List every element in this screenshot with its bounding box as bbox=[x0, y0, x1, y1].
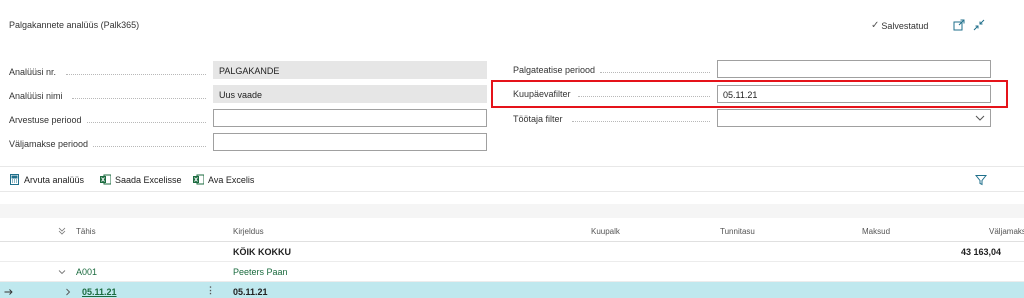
calculator-icon bbox=[10, 174, 19, 185]
filter-icon[interactable] bbox=[975, 174, 987, 186]
row-actions-icon[interactable]: ⋮ bbox=[206, 285, 215, 296]
table-row-total[interactable]: KÖIK KOKKU 43 163,04 bbox=[0, 242, 1024, 262]
arrow-right-icon bbox=[4, 289, 13, 295]
chevron-down-icon[interactable] bbox=[975, 113, 985, 123]
selected-description: 05.11.21 bbox=[233, 287, 268, 297]
leader-dots bbox=[72, 98, 206, 99]
table-row-group[interactable]: A001 Peeters Paan bbox=[0, 262, 1024, 282]
group-code[interactable]: A001 bbox=[76, 267, 97, 277]
highlight-box bbox=[491, 80, 1008, 108]
leader-dots bbox=[87, 122, 206, 123]
collapse-icon[interactable] bbox=[973, 19, 985, 31]
calc-period-input[interactable] bbox=[213, 109, 487, 127]
column-header-tunnitasu[interactable]: Tunnitasu bbox=[720, 227, 755, 236]
open-in-excel-button[interactable]: Ava Excelis bbox=[193, 174, 254, 185]
analysis-name-field: Uus vaade bbox=[213, 85, 487, 103]
column-header-tahis[interactable]: Tähis bbox=[76, 227, 96, 236]
leader-dots bbox=[93, 146, 206, 147]
leader-dots bbox=[600, 72, 710, 73]
divider bbox=[0, 166, 1024, 167]
payout-period-label: Väljamakse periood bbox=[9, 139, 89, 149]
excel-icon bbox=[100, 174, 111, 185]
send-to-excel-button[interactable]: Saada Excelisse bbox=[100, 174, 182, 185]
action-bar: Arvuta analüüs Saada Excelisse Ava Excel… bbox=[0, 170, 1024, 190]
leader-dots bbox=[572, 121, 710, 122]
column-header-maksud[interactable]: Maksud bbox=[862, 227, 890, 236]
saved-status-label: Salvestatud bbox=[881, 20, 929, 31]
excel-icon bbox=[193, 174, 204, 185]
leader-dots bbox=[66, 74, 206, 75]
saved-status: ✓ Salvestatud bbox=[871, 20, 928, 31]
total-description: KÖIK KOKKU bbox=[233, 247, 291, 257]
check-icon: ✓ bbox=[871, 20, 880, 31]
column-header-valjamaks[interactable]: Väljamaks bbox=[989, 227, 1024, 236]
payslip-period-label: Palgateatise periood bbox=[513, 65, 596, 75]
calculate-analysis-label: Arvuta analüüs bbox=[24, 174, 85, 185]
payslip-period-input[interactable] bbox=[717, 60, 991, 78]
calculate-analysis-button[interactable]: Arvuta analüüs bbox=[9, 174, 84, 185]
column-header-kirjeldus[interactable]: Kirjeldus bbox=[233, 227, 264, 236]
share-icon[interactable] bbox=[953, 19, 965, 31]
chevron-right-icon[interactable] bbox=[64, 288, 72, 296]
table-row-selected[interactable]: 05.11.21 ⋮ 05.11.21 bbox=[0, 282, 1024, 298]
employee-filter-select[interactable] bbox=[717, 109, 991, 127]
page-title: Palgakannete analüüs (Palk365) bbox=[9, 20, 140, 30]
analysis-name-label: Analüüsi nimi bbox=[9, 91, 63, 101]
selected-code[interactable]: 05.11.21 bbox=[82, 287, 117, 297]
spacer bbox=[0, 204, 1024, 218]
payout-period-input[interactable] bbox=[213, 133, 487, 151]
send-to-excel-label: Saada Excelisse bbox=[115, 174, 182, 185]
collapse-all-icon[interactable] bbox=[58, 227, 66, 235]
open-in-excel-label: Ava Excelis bbox=[208, 174, 255, 185]
calc-period-label: Arvestuse periood bbox=[9, 115, 82, 125]
group-description[interactable]: Peeters Paan bbox=[233, 267, 288, 277]
column-header-kuupalk[interactable]: Kuupalk bbox=[591, 227, 620, 236]
analysis-no-label: Analüüsi nr. bbox=[9, 67, 57, 77]
page-header: Palgakannete analüüs (Palk365) ✓ Salvest… bbox=[0, 0, 1024, 48]
grid-header: Tähis Kirjeldus Kuupalk Tunnitasu Maksud… bbox=[0, 218, 1024, 242]
chevron-down-icon[interactable] bbox=[58, 268, 66, 276]
total-payout: 43 163,04 bbox=[961, 247, 1002, 257]
employee-filter-label: Töötaja filter bbox=[513, 114, 563, 124]
analysis-no-field: PALGAKANDE bbox=[213, 61, 487, 79]
divider bbox=[0, 191, 1024, 192]
